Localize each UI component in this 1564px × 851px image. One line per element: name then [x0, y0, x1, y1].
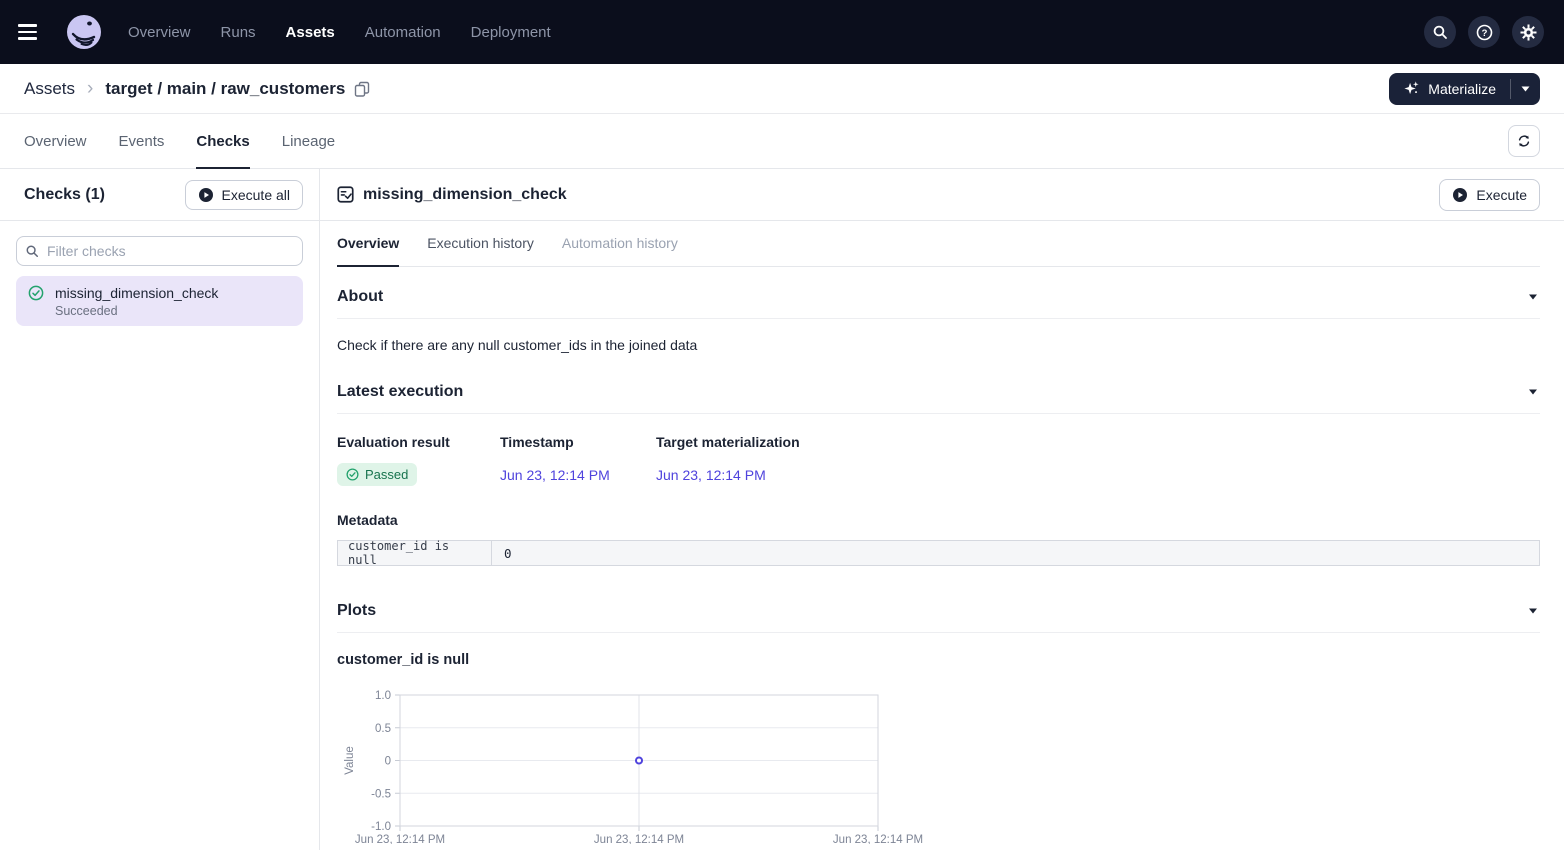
check-detail-title: missing_dimension_check: [363, 186, 567, 204]
chart-container: 1.00.50-0.5-1.0Jun 23, 12:14 PMJun 23, 1…: [337, 683, 1540, 847]
menu-icon[interactable]: [18, 16, 50, 48]
about-description: Check if there are any null customer_ids…: [337, 337, 1540, 353]
materialize-label: Materialize: [1428, 81, 1496, 97]
tab-overview[interactable]: Overview: [24, 114, 87, 169]
execute-button[interactable]: Execute: [1439, 179, 1540, 211]
checks-panel-title: Checks (1): [24, 186, 105, 204]
breadcrumb-asset-key: target / main / raw_customers: [105, 79, 345, 99]
filter-search-icon: [25, 244, 39, 258]
target-materialization-link[interactable]: Jun 23, 12:14 PM: [656, 467, 1540, 483]
nav-runs[interactable]: Runs: [221, 24, 256, 41]
tab-checks[interactable]: Checks: [196, 114, 249, 169]
col-timestamp: Timestamp: [500, 434, 656, 450]
top-nav: Overview Runs Assets Automation Deployme…: [0, 0, 1564, 64]
metadata-value: 0: [492, 541, 1539, 565]
check-item-status: Succeeded: [55, 304, 291, 318]
col-evaluation-result: Evaluation result: [337, 434, 500, 450]
col-target-materialization: Target materialization: [656, 434, 1540, 450]
nav-automation[interactable]: Automation: [365, 24, 441, 41]
svg-text:-1.0: -1.0: [371, 821, 391, 833]
materialize-dropdown-caret-icon[interactable]: [1511, 73, 1540, 105]
metadata-heading: Metadata: [337, 512, 1540, 528]
svg-text:-0.5: -0.5: [371, 788, 391, 800]
about-collapse-caret-icon[interactable]: [1526, 292, 1540, 302]
detail-tab-execution-history[interactable]: Execution history: [427, 221, 534, 267]
tab-lineage[interactable]: Lineage: [282, 114, 335, 169]
play-icon: [1452, 187, 1468, 203]
status-badge-passed: Passed: [337, 463, 417, 486]
search-icon[interactable]: [1424, 16, 1456, 48]
nav-deployment[interactable]: Deployment: [471, 24, 551, 41]
plot-point: [636, 758, 642, 764]
about-heading: About: [337, 288, 383, 306]
tab-events[interactable]: Events: [119, 114, 165, 169]
check-plot: 1.00.50-0.5-1.0Jun 23, 12:14 PMJun 23, 1…: [337, 683, 1540, 844]
svg-text:1.0: 1.0: [375, 690, 391, 702]
refresh-icon[interactable]: [1508, 125, 1540, 157]
check-detail-tabs: Overview Execution history Automation hi…: [337, 221, 1540, 267]
dagster-logo-icon[interactable]: [66, 14, 102, 50]
play-icon: [198, 187, 214, 203]
sparkle-icon: [1403, 80, 1420, 97]
breadcrumb-row: Assets › target / main / raw_customers M…: [0, 64, 1564, 114]
detail-tab-automation-history[interactable]: Automation history: [562, 221, 678, 267]
help-icon[interactable]: ?: [1468, 16, 1500, 48]
svg-text:Jun 23, 12:14 PM: Jun 23, 12:14 PM: [594, 834, 684, 844]
plot-title: customer_id is null: [337, 652, 1540, 668]
svg-text:Value: Value: [344, 746, 356, 775]
nav-overview[interactable]: Overview: [128, 24, 191, 41]
copy-icon[interactable]: [354, 81, 370, 97]
asset-tabs-row: Overview Events Checks Lineage: [0, 114, 1564, 169]
svg-text:0: 0: [385, 756, 391, 768]
svg-text:Jun 23, 12:14 PM: Jun 23, 12:14 PM: [833, 834, 923, 844]
timestamp-link[interactable]: Jun 23, 12:14 PM: [500, 467, 656, 483]
nav-assets[interactable]: Assets: [286, 24, 335, 41]
check-list-item[interactable]: missing_dimension_check Succeeded: [16, 276, 303, 326]
detail-tab-overview[interactable]: Overview: [337, 221, 399, 267]
svg-text:?: ?: [1481, 28, 1487, 39]
plots-collapse-caret-icon[interactable]: [1526, 606, 1540, 616]
asset-check-icon: [337, 186, 354, 203]
materialize-split-button: Materialize: [1389, 73, 1540, 105]
check-success-icon: [28, 285, 44, 301]
materialize-button[interactable]: Materialize: [1389, 73, 1510, 105]
settings-gear-icon[interactable]: [1512, 16, 1544, 48]
execute-all-button[interactable]: Execute all: [185, 180, 303, 210]
metadata-key: customer_id is null: [338, 541, 492, 565]
svg-text:0.5: 0.5: [375, 723, 391, 735]
check-item-name: missing_dimension_check: [55, 285, 218, 301]
svg-text:Jun 23, 12:14 PM: Jun 23, 12:14 PM: [355, 834, 445, 844]
check-detail-panel: missing_dimension_check Execute Overview…: [320, 169, 1564, 850]
breadcrumb-chevron-icon: ›: [87, 79, 93, 98]
latest-execution-heading: Latest execution: [337, 383, 463, 401]
metadata-table: customer_id is null 0: [337, 540, 1540, 566]
plots-heading: Plots: [337, 602, 376, 620]
primary-nav: Overview Runs Assets Automation Deployme…: [128, 24, 551, 41]
filter-checks-input[interactable]: [16, 236, 303, 266]
breadcrumb-assets-link[interactable]: Assets: [24, 79, 75, 99]
latest-execution-collapse-caret-icon[interactable]: [1526, 387, 1540, 397]
checks-sidebar: Checks (1) Execute all missing_dimension…: [0, 169, 320, 850]
badge-check-icon: [346, 468, 359, 481]
